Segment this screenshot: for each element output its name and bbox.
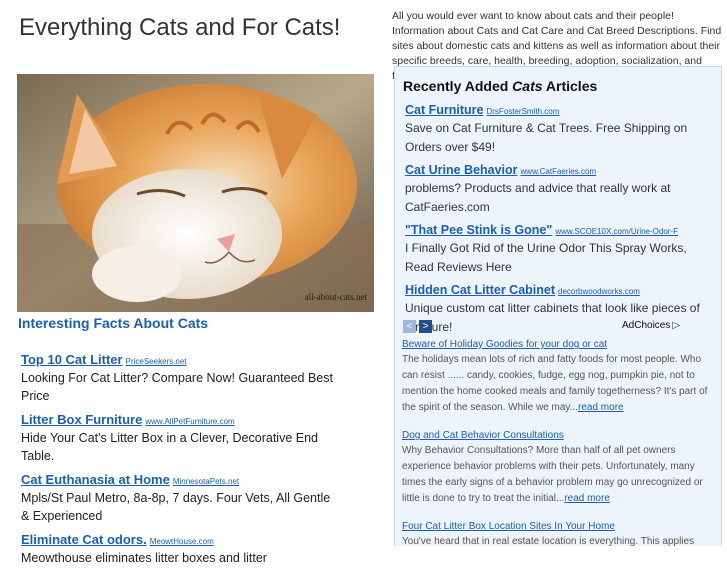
- ad-domain-link[interactable]: MinnesotaPets.net: [173, 477, 239, 486]
- read-more-link[interactable]: read more: [578, 402, 624, 413]
- list-item: Eliminate Cat odors. MeowtHouse.com Meowt…: [21, 531, 341, 567]
- list-item: Cat Furniture DrsFosterSmith.com Save on …: [405, 101, 705, 157]
- list-item: Litter Box Furniture www.AllPetFurniture.…: [21, 411, 341, 465]
- list-item: Top 10 Cat Litter PriceSeekers.net Lookin…: [21, 351, 341, 405]
- right-column: All you would ever want to know about ca…: [392, 0, 727, 546]
- photo-watermark: all-about-cats.net: [305, 292, 368, 302]
- list-item: Cat Urine Behavior www.CatFaeries.com pro…: [405, 161, 705, 217]
- read-more-link[interactable]: read more: [564, 493, 610, 504]
- ad-title-link[interactable]: Cat Urine Behavior: [405, 163, 518, 177]
- ad-title-link[interactable]: Cat Euthanasia at Home: [21, 472, 170, 487]
- article-excerpt: You've heard that in real estate locatio…: [402, 536, 695, 546]
- ad-domain-link[interactable]: www.AllPetFurniture.com: [145, 417, 234, 426]
- recent-articles-panel: Recently Added Cats Articles Cat Furnitu…: [394, 66, 722, 546]
- kitten-photo: all-about-cats.net: [17, 74, 374, 312]
- ad-description: problems? Products and advice that reall…: [405, 181, 671, 214]
- article-title-link[interactable]: Dog and Cat Behavior Consultations: [402, 430, 714, 441]
- ad-domain-link[interactable]: decorbwoodworks.com: [558, 287, 640, 296]
- chevron-left-icon[interactable]: <: [403, 320, 416, 333]
- site-title: Everything Cats and For Cats!: [19, 14, 341, 41]
- list-item: Dog and Cat Behavior Consultations Why B…: [402, 430, 714, 507]
- ad-nav-row: < > AdChoices ▷: [403, 320, 713, 334]
- ad-description: Hide Your Cat's Litter Box in a Clever, …: [21, 431, 318, 463]
- list-item: "That Pee Stink is Gone" www.SCOE10X.com/…: [405, 221, 705, 277]
- article-title-link[interactable]: Beware of Holiday Goodies for your dog o…: [402, 339, 714, 350]
- recent-articles-heading: Recently Added Cats Articles: [403, 78, 598, 94]
- ad-title-link[interactable]: Cat Furniture: [405, 103, 483, 117]
- facts-ad-list: Top 10 Cat Litter PriceSeekers.net Lookin…: [21, 351, 341, 573]
- ad-domain-link[interactable]: PriceSeekers.net: [126, 357, 187, 366]
- ad-title-link[interactable]: Hidden Cat Litter Cabinet: [405, 283, 555, 297]
- ad-domain-link[interactable]: www.CatFaeries.com: [521, 167, 597, 176]
- chevron-right-icon[interactable]: >: [419, 320, 432, 333]
- ad-description: Meowthouse eliminates litter boxes and l…: [21, 551, 267, 565]
- article-excerpt: The holidays mean lots of rich and fatty…: [402, 354, 708, 413]
- article-excerpt: Why Behavior Consultations? More than ha…: [402, 445, 703, 504]
- ad-description: Save on Cat Furniture & Cat Trees. Free …: [405, 121, 688, 154]
- ad-title-link[interactable]: "That Pee Stink is Gone": [405, 223, 552, 237]
- adchoices-link[interactable]: AdChoices ▷: [622, 320, 680, 331]
- recent-ad-list: Cat Furniture DrsFosterSmith.com Save on …: [405, 101, 705, 341]
- list-item: Four Cat Litter Box Location Sites In Yo…: [402, 521, 714, 546]
- article-list: Beware of Holiday Goodies for your dog o…: [402, 339, 714, 546]
- ad-domain-link[interactable]: www.SCOE10X.com/Urine-Odor-F: [555, 227, 678, 236]
- ad-domain-link[interactable]: DrsFosterSmith.com: [486, 107, 559, 116]
- list-item: Beware of Holiday Goodies for your dog o…: [402, 339, 714, 416]
- facts-heading: Interesting Facts About Cats: [18, 315, 209, 331]
- ad-description: I Finally Got Rid of the Urine Odor This…: [405, 241, 687, 274]
- adchoices-triangle-icon: ▷: [672, 320, 681, 331]
- ad-title-link[interactable]: Litter Box Furniture: [21, 412, 142, 427]
- list-item: Cat Euthanasia at Home MinnesotaPets.net …: [21, 471, 341, 525]
- ad-description: Looking For Cat Litter? Compare Now! Gua…: [21, 371, 333, 403]
- left-column: Everything Cats and For Cats! all-about-…: [0, 0, 392, 565]
- ad-title-link[interactable]: Top 10 Cat Litter: [21, 352, 123, 367]
- ad-description: Mpls/St Paul Metro, 8a-8p, 7 days. Four …: [21, 491, 331, 523]
- article-title-link[interactable]: Four Cat Litter Box Location Sites In Yo…: [402, 521, 714, 532]
